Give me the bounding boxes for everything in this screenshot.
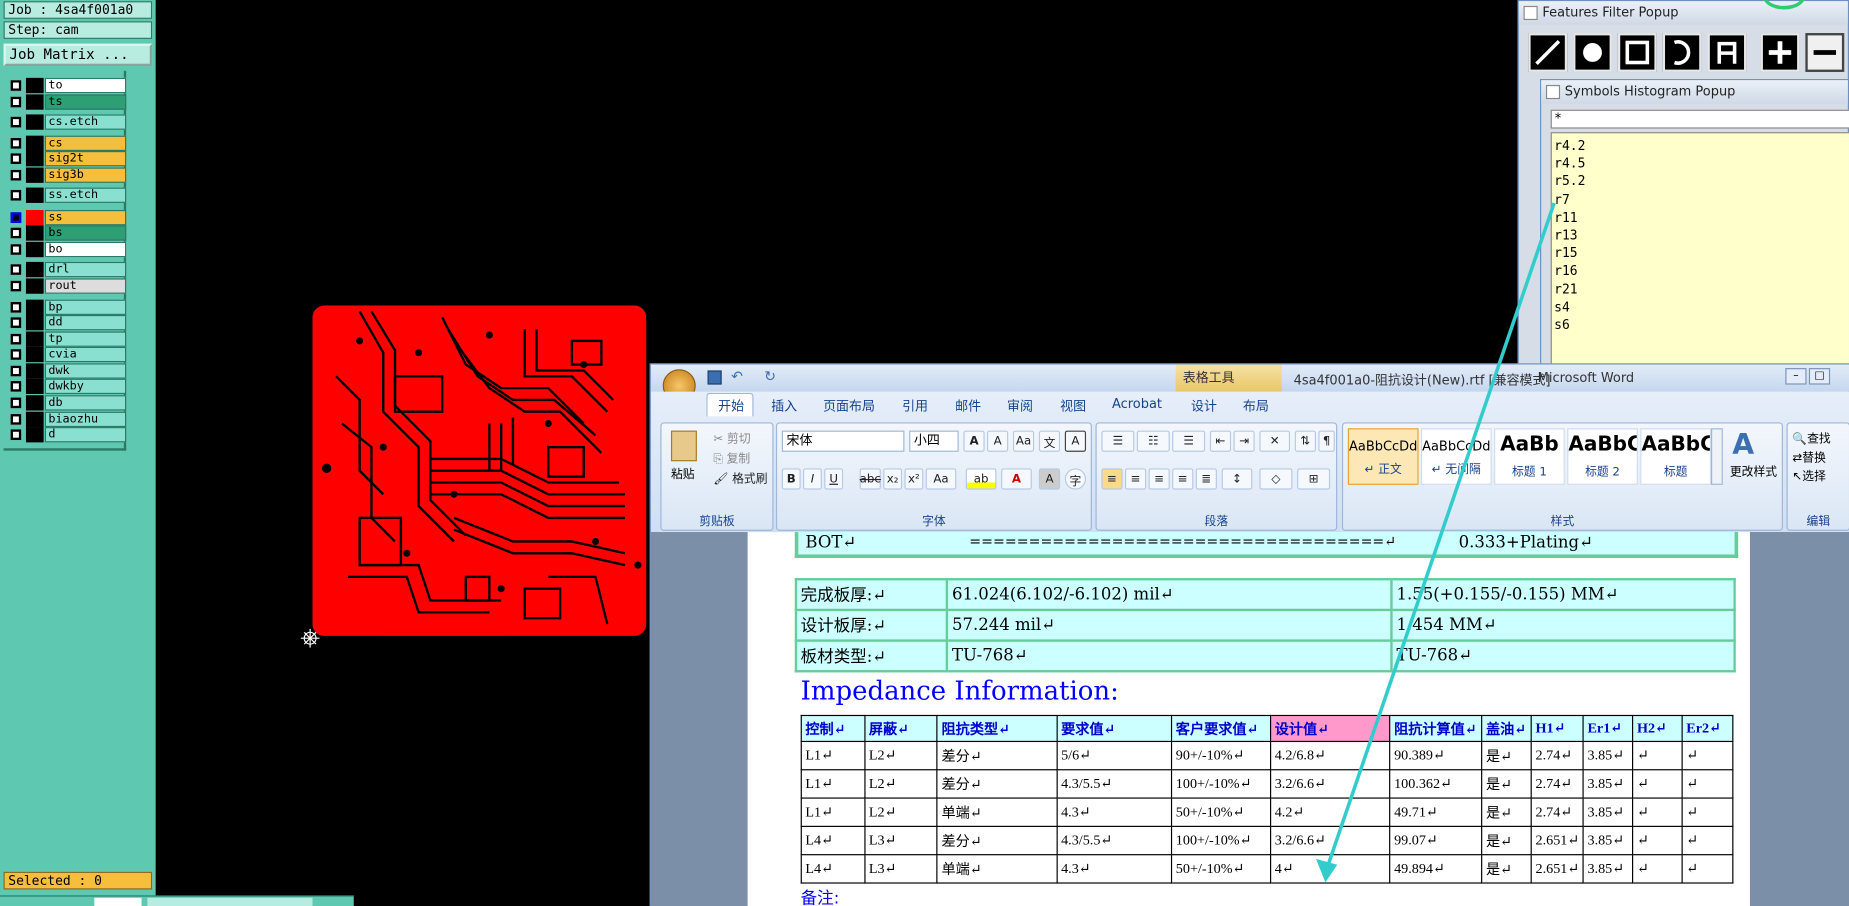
- annotation-arrow: [1315, 202, 1556, 883]
